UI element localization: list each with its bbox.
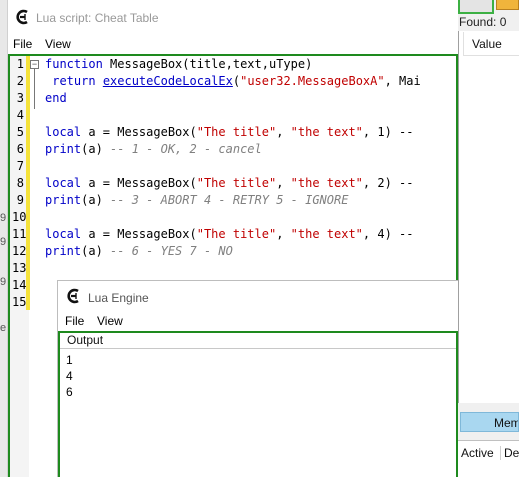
modified-lines-marker: [26, 56, 30, 310]
cheat-engine-logo-icon: [65, 288, 81, 304]
code-line: function MessageBox(title,text,uType): [45, 57, 312, 71]
line-number: 13: [12, 261, 27, 275]
line-number: 12: [12, 244, 27, 258]
description-column-header[interactable]: Des: [500, 446, 519, 460]
line-number: 6: [16, 142, 24, 156]
code-line: end: [45, 91, 67, 105]
keyword-token: local: [45, 227, 82, 241]
code-token: (a): [81, 244, 111, 258]
code-token: a = MessageBox(: [81, 176, 197, 190]
scan-results-list[interactable]: [458, 31, 519, 403]
keyword-token: print: [45, 244, 82, 258]
output-line: 6: [66, 385, 73, 399]
code-token: , 4) --: [362, 227, 414, 241]
code-line: print(a) -- 6 - YES 7 - NO: [45, 244, 233, 258]
found-count-label: Found: 0: [459, 15, 507, 29]
keyword-token: local: [45, 125, 82, 139]
code-token: a = MessageBox(: [81, 227, 197, 241]
output-line: 4: [66, 369, 73, 383]
line-number: 5: [16, 125, 24, 139]
output-header: Output: [60, 333, 456, 349]
code-line: local a = MessageBox("The title", "the t…: [45, 125, 413, 139]
code-token: MessageBox(title,text,uType): [102, 57, 313, 71]
line-number: 1: [16, 57, 24, 71]
string-token: "user32.MessageBoxA": [240, 74, 385, 88]
code-token: (: [232, 74, 241, 88]
keyword-token: local: [45, 176, 82, 190]
line-number: 14: [12, 278, 27, 292]
code-line: print(a) -- 3 - ABORT 4 - RETRY 5 - IGNO…: [45, 193, 348, 207]
lua-script-window-title: Lua script: Cheat Table: [36, 11, 159, 25]
code-line: print(a) -- 1 - OK, 2 - cancel: [45, 142, 262, 156]
code-token: , Mai: [384, 74, 421, 88]
comment-token: -- 6 - YES 7 - NO: [110, 244, 233, 258]
lua-engine-menubar: File View: [58, 312, 458, 330]
menu-file[interactable]: File: [13, 37, 32, 51]
code-line: local a = MessageBox("The title", "the t…: [45, 176, 413, 190]
code-token: (a): [81, 193, 111, 207]
line-number: 3: [16, 91, 24, 105]
line-number: 7: [16, 159, 24, 173]
fold-toggle-icon[interactable]: −: [30, 60, 39, 69]
comment-token: -- 1 - OK, 2 - cancel: [110, 142, 262, 156]
string-token: "The title": [196, 227, 277, 241]
line-number: 2: [16, 74, 24, 88]
function-token: executeCodeLocalEx: [102, 74, 233, 88]
string-token: "The title": [196, 125, 277, 139]
code-token: , 2) --: [362, 176, 414, 190]
menu-view[interactable]: View: [45, 37, 71, 51]
lua-script-menubar: File View: [8, 34, 458, 54]
menu-view[interactable]: View: [97, 314, 123, 328]
main-window-left-strip: 9 9 9 e: [0, 0, 8, 477]
keyword-token: print: [45, 142, 82, 156]
cheat-engine-logo-icon: [14, 9, 30, 25]
string-token: "the text": [290, 227, 363, 241]
active-column-header[interactable]: Active: [461, 446, 494, 460]
code-token: (a): [81, 142, 111, 156]
string-token: "The title": [196, 176, 277, 190]
output-panel[interactable]: [58, 331, 458, 477]
string-token: "the text": [290, 125, 363, 139]
menu-file[interactable]: File: [65, 314, 84, 328]
left-strip-text: 9: [0, 212, 7, 224]
open-file-button[interactable]: [496, 0, 519, 10]
line-number: 8: [16, 176, 24, 190]
keyword-token: function: [45, 57, 103, 71]
string-token: "the text": [290, 176, 363, 190]
code-token: , 1) --: [362, 125, 414, 139]
lua-engine-window-title: Lua Engine: [88, 291, 149, 305]
left-strip-text: 9: [0, 236, 7, 248]
code-token: ,: [276, 125, 291, 139]
left-strip-text: e: [0, 322, 7, 334]
comment-token: -- 3 - ABORT 4 - RETRY 5 - IGNORE: [110, 193, 349, 207]
keyword-token: end: [45, 91, 67, 105]
code-line: local a = MessageBox("The title", "the t…: [45, 227, 413, 241]
line-number: 15: [12, 295, 27, 309]
memory-view-button[interactable]: Mem: [460, 412, 519, 432]
keyword-token: return: [45, 74, 96, 88]
keyword-token: print: [45, 193, 82, 207]
line-number: 4: [16, 108, 24, 122]
code-token: ,: [276, 227, 291, 241]
line-number: 11: [12, 227, 27, 241]
value-column-header[interactable]: Value: [463, 32, 519, 56]
left-strip-text: 9: [0, 276, 7, 288]
line-number: 9: [16, 193, 24, 207]
code-token: a = MessageBox(: [81, 125, 197, 139]
line-number: 10: [12, 210, 27, 224]
code-line: return executeCodeLocalEx("user32.Messag…: [45, 74, 421, 88]
process-select-button[interactable]: [458, 0, 494, 14]
code-token: ,: [276, 176, 291, 190]
output-line: 1: [66, 353, 73, 367]
fold-range-line: [34, 65, 35, 109]
